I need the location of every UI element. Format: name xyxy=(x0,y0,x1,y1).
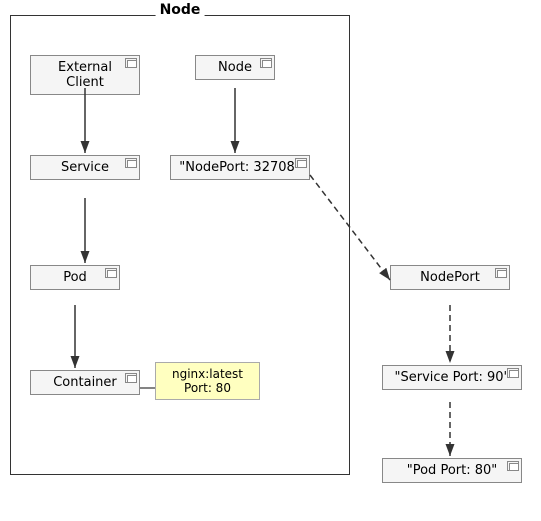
nodeport-label-text: "NodePort: 32708" xyxy=(179,160,301,175)
external-client-icon xyxy=(125,58,137,68)
nginx-note: nginx:latest Port: 80 xyxy=(155,362,260,400)
node-inner-box: Node xyxy=(195,55,275,80)
service-port-label: "Service Port: 90" xyxy=(395,370,510,385)
nodeport-label-icon xyxy=(295,158,307,168)
nginx-line1: nginx:latest xyxy=(164,367,251,381)
nodeport-box: NodePort xyxy=(390,265,510,290)
nodeport-icon xyxy=(495,268,507,278)
node-inner-icon xyxy=(260,58,272,68)
external-client-label: External Client xyxy=(58,60,112,90)
service-icon xyxy=(125,158,137,168)
pod-label: Pod xyxy=(63,270,87,285)
pod-port-box: "Pod Port: 80" xyxy=(382,458,522,483)
container-label: Container xyxy=(53,375,117,390)
node-title: Node xyxy=(156,2,205,18)
service-box: Service xyxy=(30,155,140,180)
container-icon xyxy=(125,373,137,383)
pod-port-label: "Pod Port: 80" xyxy=(407,463,498,478)
pod-icon xyxy=(105,268,117,278)
service-label: Service xyxy=(61,160,109,175)
container-box: Container xyxy=(30,370,140,395)
pod-port-icon xyxy=(507,461,519,471)
diagram: Node External Client Node Service "NodeP… xyxy=(0,0,541,521)
service-port-icon xyxy=(507,368,519,378)
service-port-box: "Service Port: 90" xyxy=(382,365,522,390)
nginx-line2: Port: 80 xyxy=(164,381,251,395)
nodeport-label-box: "NodePort: 32708" xyxy=(170,155,310,180)
nodeport-text: NodePort xyxy=(420,270,480,285)
node-inner-label: Node xyxy=(218,60,252,75)
pod-box: Pod xyxy=(30,265,120,290)
external-client-box: External Client xyxy=(30,55,140,95)
